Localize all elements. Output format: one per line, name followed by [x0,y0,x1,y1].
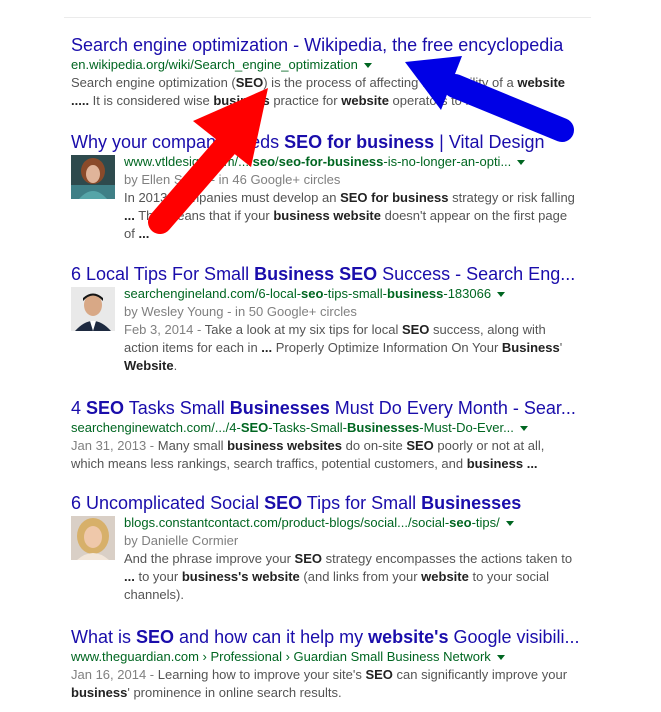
result-date: Jan 31, 2013 - [71,438,158,453]
result-title-link[interactable]: Why your company needs SEO for business … [71,131,591,153]
result-snippet: In 2013, companies must develop an SEO f… [124,190,575,241]
result-url: searchengineland.com/6-local-seo-tips-sm… [124,285,591,303]
search-result-3: 6 Local Tips For Small Business SEO Succ… [71,263,591,375]
search-result-5: 6 Uncomplicated Social SEO Tips for Smal… [71,492,591,604]
result-url: blogs.constantcontact.com/product-blogs/… [124,514,591,532]
author-byline: by Ellen Smith - in 46 Google+ circles [124,172,341,187]
caret-down-icon[interactable] [497,292,506,298]
result-url: searchenginewatch.com/.../4-SEO-Tasks-Sm… [71,419,591,437]
search-result-4: 4 SEO Tasks Small Businesses Must Do Eve… [71,397,591,473]
result-snippet: Search engine optimization (SEO) is the … [71,75,566,108]
result-date: Jan 16, 2014 - [71,667,158,682]
author-avatar[interactable] [71,287,115,331]
author-avatar[interactable] [71,516,115,560]
caret-down-icon[interactable] [517,160,526,166]
search-result-2: Why your company needs SEO for business … [71,131,591,243]
result-url: en.wikipedia.org/wiki/Search_engine_opti… [71,56,591,74]
result-date: Feb 3, 2014 - [124,322,205,337]
results-top-divider [64,17,591,18]
result-snippet: Jan 16, 2014 - Learning how to improve y… [71,667,568,700]
author-byline: by Wesley Young - in 50 Google+ circles [124,304,357,319]
result-snippet: Feb 3, 2014 - Take a look at my six tips… [124,322,563,373]
author-byline: by Danielle Cormier [124,533,239,548]
result-url: www.vtldesign.com/.../seo/seo-for-busine… [124,153,591,171]
result-title-link[interactable]: What is SEO and how can it help my websi… [71,626,591,648]
search-result-6: What is SEO and how can it help my websi… [71,626,591,702]
author-avatar[interactable] [71,155,115,199]
caret-down-icon[interactable] [363,63,372,69]
result-url: www.theguardian.com › Professional › Gua… [71,648,591,666]
caret-down-icon[interactable] [519,426,528,432]
result-title-link[interactable]: Search engine optimization - Wikipedia, … [71,34,591,56]
caret-down-icon[interactable] [496,655,505,661]
result-snippet: Jan 31, 2013 - Many small business websi… [71,438,545,471]
result-title-link[interactable]: 4 SEO Tasks Small Businesses Must Do Eve… [71,397,591,419]
caret-down-icon[interactable] [505,521,514,527]
result-title-link[interactable]: 6 Uncomplicated Social SEO Tips for Smal… [71,492,591,514]
search-result-1: Search engine optimization - Wikipedia, … [71,34,591,110]
result-title-link[interactable]: 6 Local Tips For Small Business SEO Succ… [71,263,591,285]
result-snippet: And the phrase improve your SEO strategy… [124,551,573,602]
